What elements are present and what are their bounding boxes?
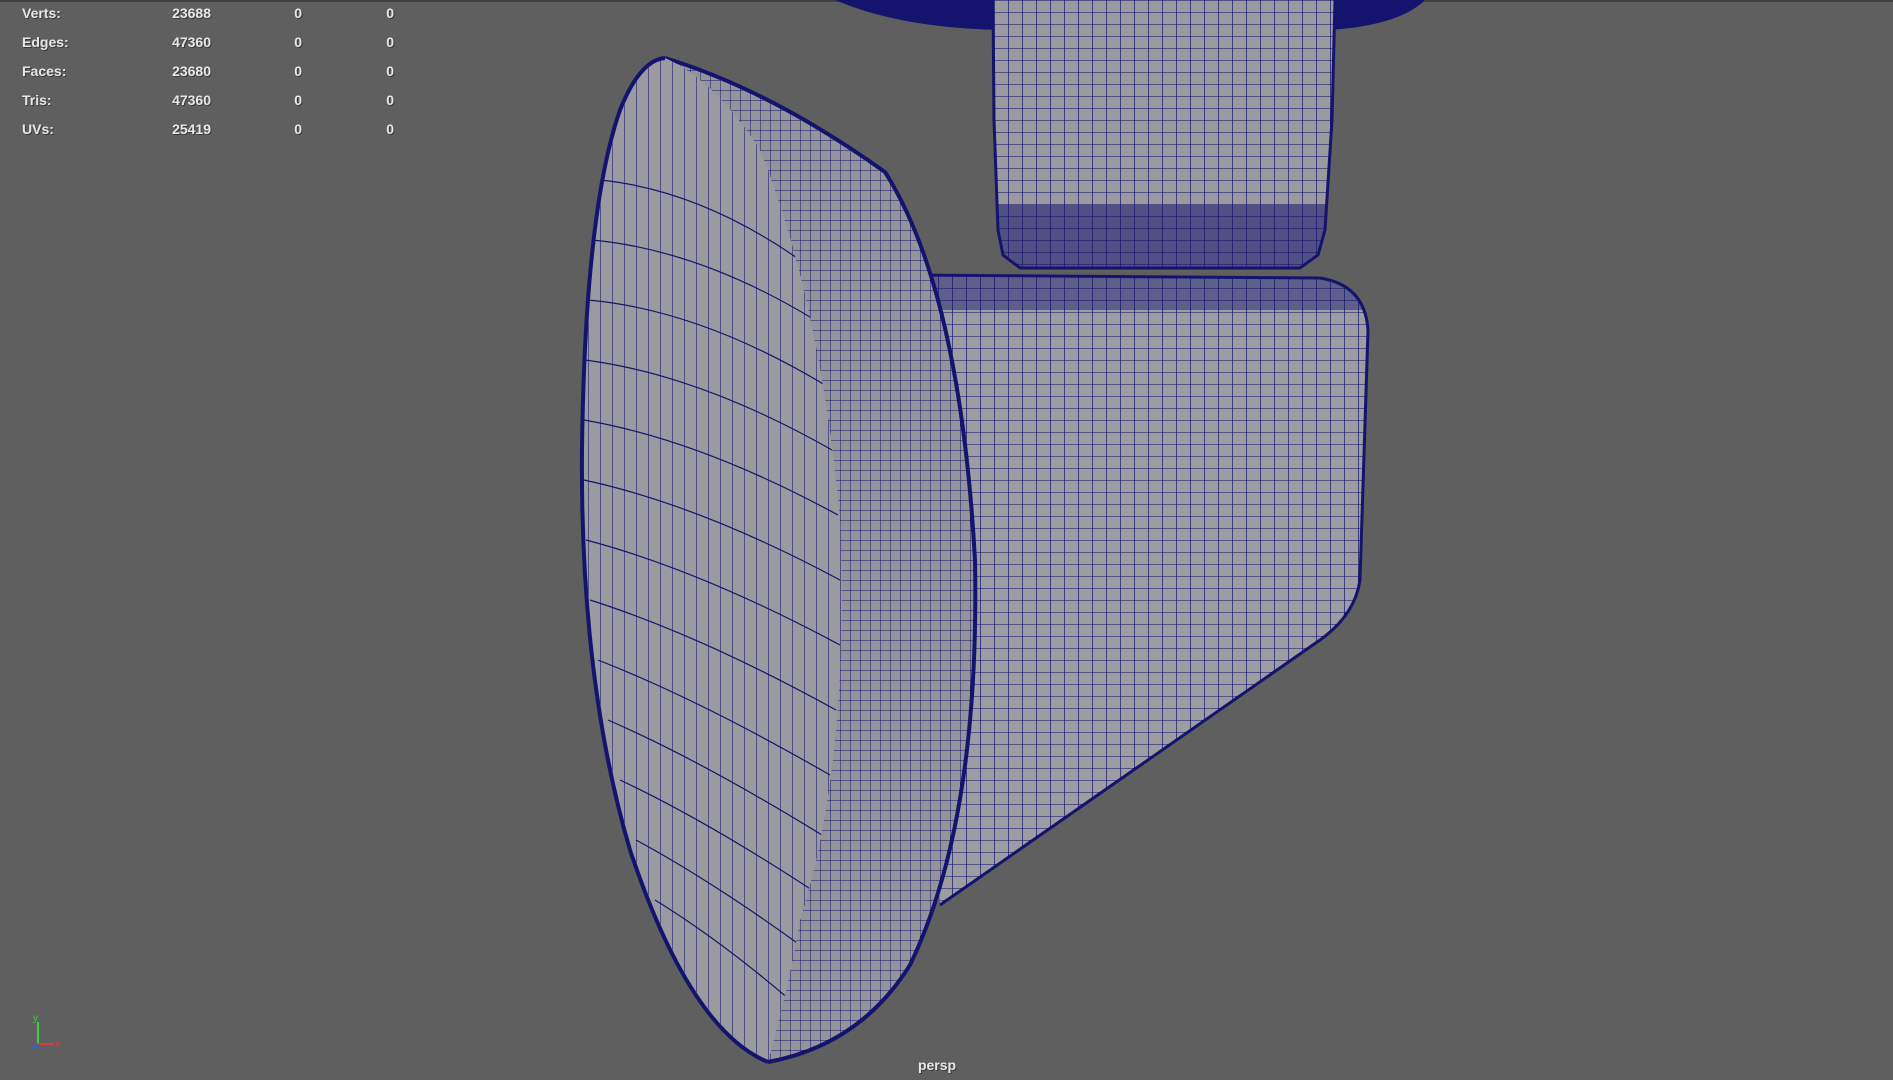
column-mesh (993, 0, 1335, 268)
camera-name-label: persp (917, 1057, 957, 1073)
hud-label: Edges: (22, 34, 69, 50)
hud-value: 0 (386, 121, 394, 137)
axis-z-label: z (40, 1042, 45, 1050)
hud-value: 47360 (172, 92, 211, 108)
persp-viewport[interactable]: Verts: 23688 0 0 Edges: 47360 0 0 Faces:… (0, 0, 1893, 1080)
hud-value: 0 (294, 92, 302, 108)
hud-value: 47360 (172, 34, 211, 50)
hud-value: 0 (294, 34, 302, 50)
axis-y-label: y (33, 1013, 38, 1024)
hud-value: 0 (294, 63, 302, 79)
axis-x-label: x (55, 1039, 60, 1050)
hud-value: 23688 (172, 5, 211, 21)
hud-value: 25419 (172, 121, 211, 137)
hud-label: Faces: (22, 63, 67, 79)
hud-label: Verts: (22, 5, 61, 21)
hud-value: 23680 (172, 63, 211, 79)
hud-label: Tris: (22, 92, 52, 108)
hud-value: 0 (386, 5, 394, 21)
hud-label: UVs: (22, 121, 54, 137)
hud-value: 0 (386, 63, 394, 79)
hud-value: 0 (294, 121, 302, 137)
hud-value: 0 (294, 5, 302, 21)
wireframe-mesh[interactable] (0, 0, 1893, 1080)
hud-value: 0 (386, 92, 394, 108)
hud-value: 0 (386, 34, 394, 50)
axis-gizmo-icon: y x z (31, 1013, 60, 1050)
